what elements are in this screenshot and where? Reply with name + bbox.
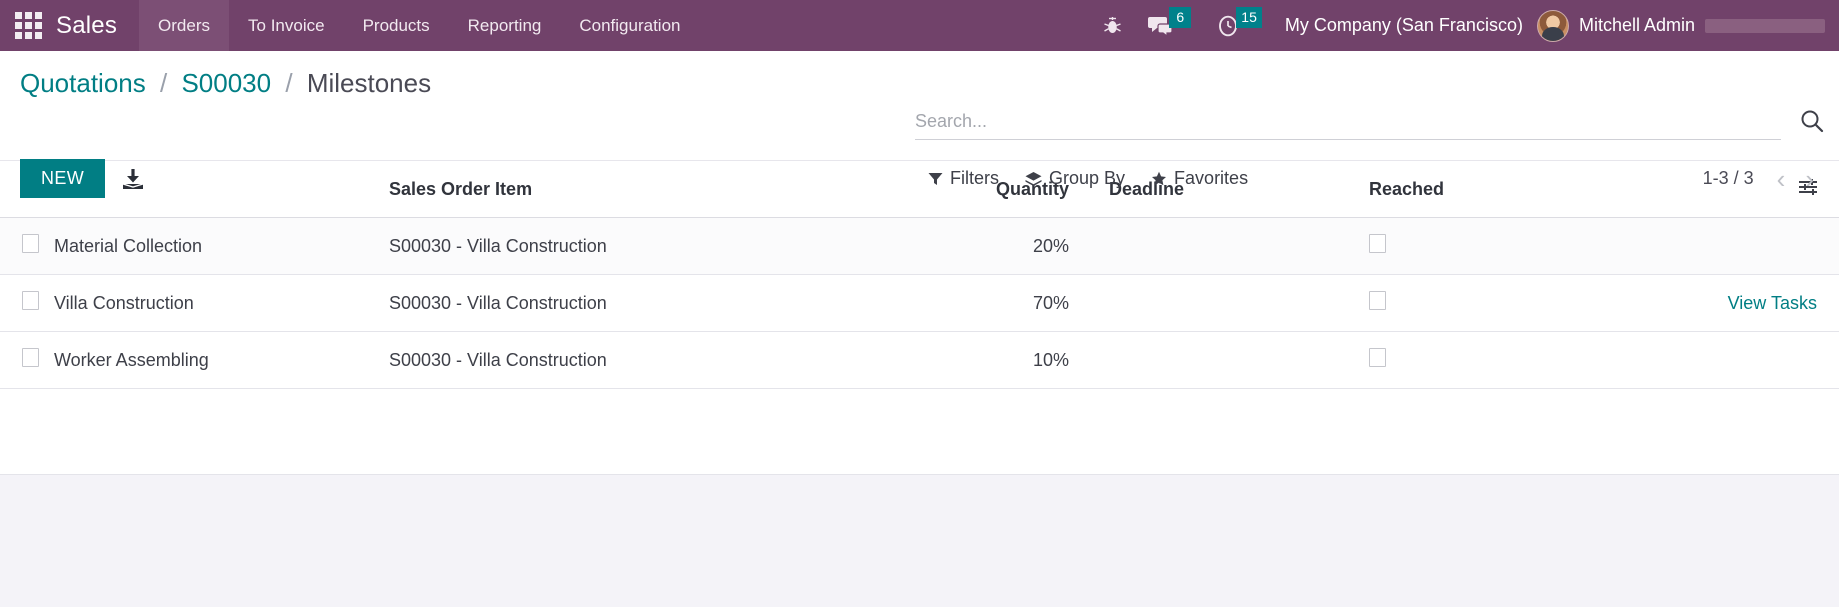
menu-item-orders-label: Orders [158, 15, 211, 35]
import-records-button[interactable] [121, 167, 145, 191]
navbar-right-group: 6 15 My Company (San Francisco) Mitchell… [1090, 0, 1839, 51]
cell-action[interactable] [1699, 217, 1839, 275]
debug-bug-button[interactable] [1090, 0, 1135, 51]
app-brand-sales[interactable]: Sales [56, 12, 139, 40]
menu-item-reporting-label: Reporting [467, 15, 542, 35]
control-panel-bottom: NEW Filters Group By Favorites 1-3 / 3 ‹… [0, 159, 1839, 198]
import-download-icon [123, 168, 144, 189]
activities-count-badge: 15 [1236, 7, 1262, 28]
cell-deadline [1109, 331, 1369, 389]
table-row[interactable]: Material Collection S00030 - Villa Const… [0, 217, 1839, 275]
row-select-checkbox[interactable] [22, 234, 39, 253]
pager: 1-3 / 3 ‹ › [1703, 166, 1821, 192]
row-select-cell [0, 274, 54, 332]
reached-checkbox[interactable] [1369, 348, 1386, 367]
avatar [1536, 9, 1569, 42]
breadcrumb-item-s00030[interactable]: S00030 [181, 68, 271, 98]
row-select-cell [0, 217, 54, 275]
cell-name: Worker Assembling [54, 331, 389, 389]
reached-checkbox[interactable] [1369, 291, 1386, 310]
favorites-dropdown[interactable]: Favorites [1151, 168, 1248, 189]
user-menu-button[interactable]: Mitchell Admin [1536, 9, 1839, 42]
cell-deadline [1109, 217, 1369, 275]
bug-icon [1104, 17, 1122, 33]
apps-menu-button[interactable] [0, 0, 56, 51]
filters-label: Filters [950, 168, 999, 188]
messages-button[interactable]: 6 [1135, 0, 1204, 51]
menu-item-configuration[interactable]: Configuration [560, 0, 699, 51]
favorites-label: Favorites [1174, 168, 1249, 188]
list-view: Name Sales Order Item Quantity Deadline … [0, 161, 1839, 475]
top-navbar: Sales Orders To Invoice Products Reporti… [0, 0, 1839, 51]
menu-item-products-label: Products [362, 15, 430, 35]
menu-item-products[interactable]: Products [344, 0, 449, 51]
control-panel: Quotations / S00030 / Milestones NEW [0, 51, 1839, 198]
menu-item-to-invoice-label: To Invoice [248, 15, 325, 35]
menu-item-to-invoice[interactable]: To Invoice [229, 0, 344, 51]
search-input[interactable] [915, 111, 1781, 132]
activities-button[interactable]: 15 [1204, 0, 1275, 51]
list-empty-space [0, 389, 1839, 475]
breadcrumb-separator-1: / [159, 68, 168, 98]
apps-grid-icon [14, 12, 42, 39]
table-body: Material Collection S00030 - Villa Const… [0, 217, 1839, 389]
messages-count-badge: 6 [1169, 7, 1192, 28]
breadcrumb: Quotations / S00030 / Milestones [0, 68, 431, 99]
control-panel-top: Quotations / S00030 / Milestones [0, 51, 1839, 99]
star-icon [1152, 171, 1167, 185]
breadcrumb-separator-2: / [285, 68, 293, 98]
breadcrumb-item-quotations[interactable]: Quotations [20, 68, 146, 98]
menu-item-orders[interactable]: Orders [139, 0, 230, 51]
breadcrumb-item-milestones: Milestones [306, 68, 432, 98]
menu-item-configuration-label: Configuration [579, 15, 681, 35]
row-select-checkbox[interactable] [22, 291, 39, 310]
table-row[interactable]: Villa Construction S00030 - Villa Constr… [0, 274, 1839, 332]
search-button[interactable] [1799, 108, 1825, 139]
pager-next-button[interactable]: › [1798, 166, 1821, 192]
cell-quantity: 70% [989, 274, 1109, 332]
search-bar [915, 111, 1781, 140]
layers-icon [1025, 171, 1042, 186]
cell-deadline [1109, 274, 1369, 332]
group-by-label: Group By [1049, 168, 1126, 188]
cell-quantity: 10% [989, 331, 1109, 389]
menu-item-reporting[interactable]: Reporting [449, 0, 561, 51]
reached-checkbox[interactable] [1369, 234, 1386, 253]
user-name-label: Mitchell Admin [1578, 15, 1695, 35]
cell-reached [1369, 217, 1699, 275]
cell-reached [1369, 331, 1699, 389]
search-icon [1801, 110, 1824, 133]
table-row[interactable]: Worker Assembling S00030 - Villa Constru… [0, 331, 1839, 389]
group-by-dropdown[interactable]: Group By [1025, 168, 1125, 189]
cell-name: Material Collection [54, 217, 389, 275]
cell-sales-order-item: S00030 - Villa Construction [389, 331, 989, 389]
cell-reached [1369, 274, 1699, 332]
search-toolbar: Filters Group By Favorites [928, 168, 1248, 189]
cell-sales-order-item: S00030 - Villa Construction [389, 217, 989, 275]
new-button[interactable]: NEW [20, 159, 106, 198]
cell-name: Villa Construction [54, 274, 389, 332]
navbar-filler-block [1705, 18, 1825, 33]
row-select-cell [0, 331, 54, 389]
filter-icon [928, 173, 943, 185]
row-select-checkbox[interactable] [22, 348, 39, 367]
cell-action [1699, 331, 1839, 389]
cell-sales-order-item: S00030 - Villa Construction [389, 274, 989, 332]
view-tasks-link[interactable]: View Tasks [1699, 274, 1839, 332]
filters-dropdown[interactable]: Filters [928, 168, 999, 189]
company-switcher[interactable]: My Company (San Francisco) [1275, 15, 1537, 36]
pager-previous-button[interactable]: ‹ [1770, 166, 1793, 192]
cell-quantity: 20% [989, 217, 1109, 275]
pager-count-label: 1-3 / 3 [1702, 168, 1754, 188]
